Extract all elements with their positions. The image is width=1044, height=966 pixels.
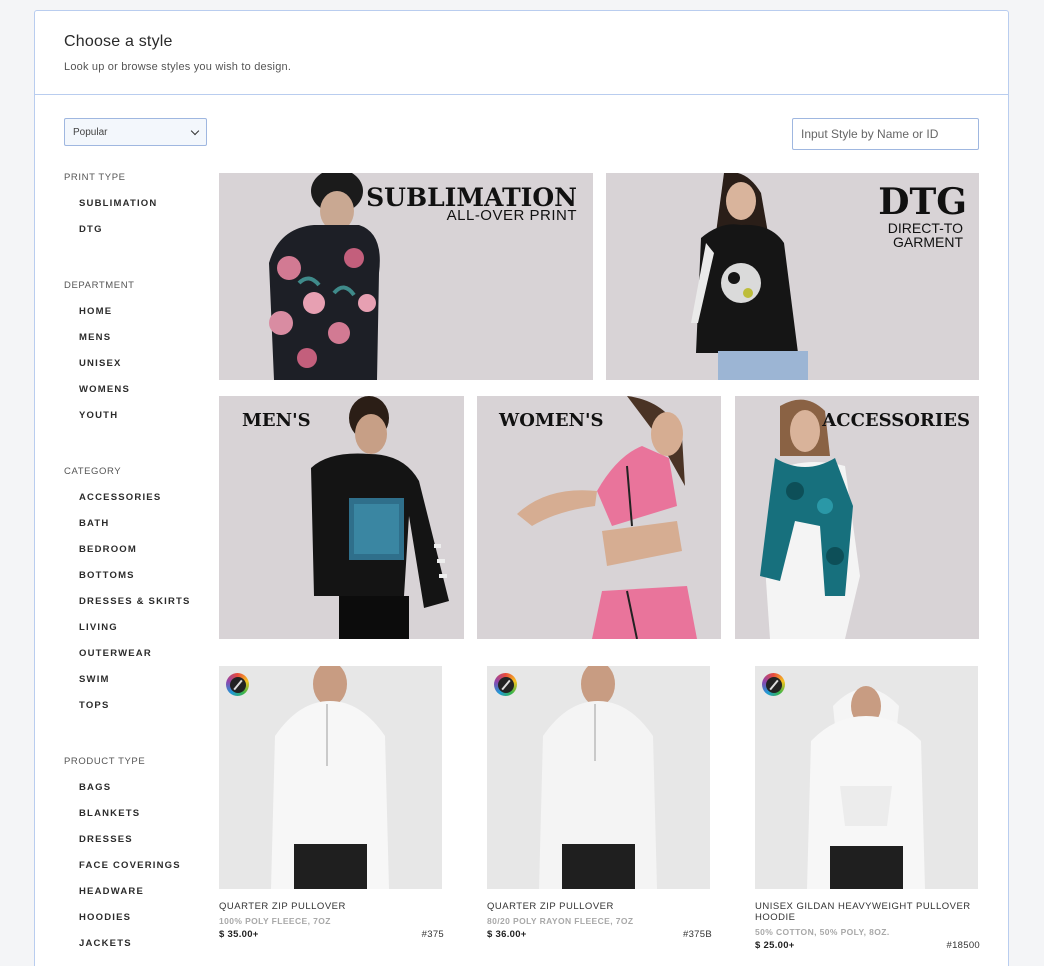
filter-item-dtg[interactable]: DTG	[64, 223, 214, 249]
filter-item-living[interactable]: LIVING	[64, 621, 214, 647]
filter-group-title: CATEGORY	[64, 466, 122, 477]
product-material: 50% COTTON, 50% POLY, 8OZ.	[755, 927, 890, 937]
banner-dtg-title: DTG	[878, 181, 967, 223]
print-type-badge-icon	[494, 673, 517, 696]
filter-item-headware[interactable]: HEADWARE	[64, 885, 214, 911]
product-name: UNISEX GILDAN HEAVYWEIGHT PULLOVER HOODI…	[755, 901, 971, 923]
filter-group-category: CATEGORY ACCESSORIES BATH BEDROOM BOTTOM…	[64, 465, 214, 725]
style-chooser-card: Choose a style Look up or browse styles …	[34, 10, 1009, 966]
filter-item-home[interactable]: HOME	[64, 305, 214, 331]
filter-item-dresses-skirts[interactable]: DRESSES & SKIRTS	[64, 595, 214, 621]
banner-sublimation-subtitle: ALL-OVER PRINT	[446, 207, 577, 224]
product-price: $ 25.00+	[755, 940, 795, 951]
model-image	[760, 399, 860, 639]
filter-item-womens[interactable]: WOMENS	[64, 383, 214, 409]
banner-womens-title: WOMEN'S	[499, 410, 604, 431]
filter-item-jackets[interactable]: JACKETS	[64, 937, 214, 963]
product-id: #375	[421, 929, 444, 940]
filter-item-unisex[interactable]: UNISEX	[64, 357, 214, 383]
product-image[interactable]	[755, 666, 978, 889]
filter-item-outerwear[interactable]: OUTERWEAR	[64, 647, 214, 673]
filter-group-title: DEPARTMENT	[64, 280, 135, 291]
banner-mens[interactable]: MEN'S	[219, 396, 464, 639]
filter-item-youth[interactable]: YOUTH	[64, 409, 214, 435]
banner-dtg-subtitle-2: GARMENT	[893, 234, 963, 250]
product-material: 100% POLY FLEECE, 7OZ	[219, 916, 331, 926]
chevron-down-icon	[190, 126, 200, 135]
filter-sidebar: PRINT TYPE SUBLIMATION DTG DEPARTMENT HO…	[64, 171, 214, 966]
page-subtitle: Look up or browse styles you wish to des…	[64, 61, 292, 73]
print-type-badge-icon	[226, 673, 249, 696]
banner-accessories-title: ACCESSORIES	[822, 410, 970, 431]
product-image[interactable]	[219, 666, 442, 889]
product-name: QUARTER ZIP PULLOVER	[487, 901, 614, 912]
filter-item-accessories[interactable]: ACCESSORIES	[64, 491, 214, 517]
product-card[interactable]: UNISEX GILDAN HEAVYWEIGHT PULLOVER HOODI…	[755, 666, 980, 951]
product-card[interactable]: QUARTER ZIP PULLOVER 100% POLY FLEECE, 7…	[219, 666, 444, 940]
style-search-input[interactable]	[792, 118, 979, 150]
card-header: Choose a style Look up or browse styles …	[35, 11, 1008, 95]
product-id: #18500	[946, 940, 980, 951]
filter-item-sublimation[interactable]: SUBLIMATION	[64, 197, 214, 223]
product-photo	[807, 686, 925, 889]
banner-mens-title: MEN'S	[242, 410, 311, 431]
banner-womens[interactable]: WOMEN'S	[477, 396, 721, 639]
filter-group-product-type: PRODUCT TYPE BAGS BLANKETS DRESSES FACE …	[64, 755, 214, 963]
filter-item-bags[interactable]: BAGS	[64, 781, 214, 807]
filter-item-tops[interactable]: TOPS	[64, 699, 214, 725]
filter-item-face-coverings[interactable]: FACE COVERINGS	[64, 859, 214, 885]
banner-sublimation[interactable]: SUBLIMATION ALL-OVER PRINT	[219, 173, 593, 380]
filter-group-print-type: PRINT TYPE SUBLIMATION DTG	[64, 171, 214, 249]
product-price-row: $ 25.00+ #18500	[755, 940, 980, 951]
filter-item-dresses[interactable]: DRESSES	[64, 833, 214, 859]
filter-group-title: PRINT TYPE	[64, 172, 126, 183]
filter-group-department: DEPARTMENT HOME MENS UNISEX WOMENS YOUTH	[64, 279, 214, 435]
product-image[interactable]	[487, 666, 710, 889]
filter-item-swim[interactable]: SWIM	[64, 673, 214, 699]
model-image	[311, 396, 449, 639]
filter-item-blankets[interactable]: BLANKETS	[64, 807, 214, 833]
page-title: Choose a style	[64, 33, 173, 50]
filter-item-bedroom[interactable]: BEDROOM	[64, 543, 214, 569]
product-price-row: $ 35.00+ #375	[219, 929, 444, 940]
product-material: 80/20 POLY RAYON FLEECE, 7OZ	[487, 916, 634, 926]
product-name: QUARTER ZIP PULLOVER	[219, 901, 346, 912]
product-price: $ 36.00+	[487, 929, 527, 940]
filter-group-title: PRODUCT TYPE	[64, 756, 146, 767]
product-price: $ 35.00+	[219, 929, 259, 940]
model-image	[517, 396, 697, 639]
banner-dtg[interactable]: DTG DIRECT-TO GARMENT	[606, 173, 979, 380]
filter-item-bath[interactable]: BATH	[64, 517, 214, 543]
filter-item-mens[interactable]: MENS	[64, 331, 214, 357]
filter-item-hoodies[interactable]: HOODIES	[64, 911, 214, 937]
product-price-row: $ 36.00+ #375B	[487, 929, 712, 940]
banner-accessories[interactable]: ACCESSORIES	[735, 396, 979, 639]
sort-select[interactable]: Popular	[64, 118, 207, 146]
product-id: #375B	[683, 929, 712, 940]
filter-item-bottoms[interactable]: BOTTOMS	[64, 569, 214, 595]
sort-select-value: Popular	[73, 126, 108, 138]
print-type-badge-icon	[762, 673, 785, 696]
product-card[interactable]: QUARTER ZIP PULLOVER 80/20 POLY RAYON FL…	[487, 666, 712, 940]
product-photo	[539, 666, 657, 889]
product-photo	[271, 666, 389, 889]
